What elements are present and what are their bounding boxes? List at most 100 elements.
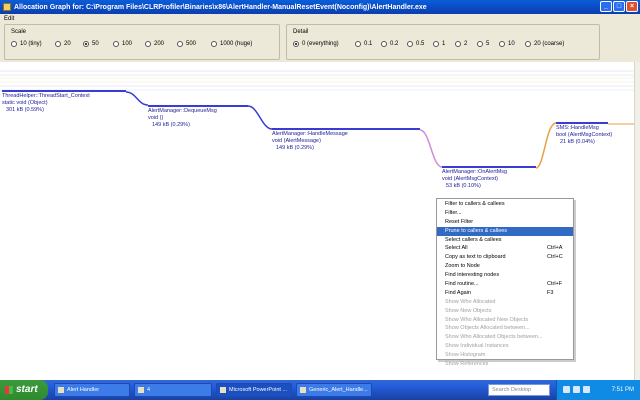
radio-icon <box>145 41 151 47</box>
detail-option[interactable]: 20 (coarse) <box>525 41 575 47</box>
detail-option[interactable]: 2 <box>455 41 477 47</box>
node-name: AlertManager::OnAlertMsg <box>442 169 508 175</box>
graph-node[interactable]: AlertManager::HandleMessage void (AlertM… <box>272 128 420 152</box>
detail-option[interactable]: 0.5 <box>407 41 433 47</box>
menu-item-label: Show Objects Allocated between... <box>445 325 530 332</box>
app-icon <box>3 3 11 11</box>
menu-bar: Edit <box>0 14 640 24</box>
context-menu-item[interactable]: Find interesting nodes <box>437 271 573 280</box>
node-name: AlertManager::DequeueMsg <box>148 108 217 114</box>
menu-edit[interactable]: Edit <box>4 16 14 22</box>
context-menu-item[interactable]: Select All Ctrl+A <box>437 244 573 253</box>
scale-option[interactable]: 1000 (huge) <box>211 41 257 47</box>
node-size: 149 kB (0.29%) <box>152 122 190 128</box>
detail-option[interactable]: 5 <box>477 41 499 47</box>
vertical-scrollbar[interactable] <box>634 62 640 380</box>
menu-item-label: Copy as text to clipboard <box>445 254 506 261</box>
node-size: 149 kB (0.29%) <box>276 145 314 151</box>
node-signature: bool (AlertMsgContext) <box>556 132 613 138</box>
node-size: 53 kB (0.10%) <box>446 183 481 189</box>
scale-option[interactable]: 200 <box>145 41 177 47</box>
node-bar <box>2 90 126 92</box>
menu-item-shortcut: Ctrl+F <box>547 281 563 288</box>
node-bar <box>442 166 536 168</box>
context-menu-item[interactable]: Find Again F3 <box>437 289 573 298</box>
graph-node[interactable]: SMS::HandleMsg bool (AlertMsgContext) 21… <box>556 122 612 146</box>
detail-option[interactable]: 0 (everything) <box>293 41 355 47</box>
detail-group: Detail 0 (everything) 0.1 0.2 0.5 1 2 5 … <box>286 24 600 60</box>
context-menu-item[interactable]: Find routine... Ctrl+F <box>437 280 573 289</box>
menu-item-shortcut: Ctrl+A <box>547 245 563 252</box>
detail-option[interactable]: 0.2 <box>381 41 407 47</box>
taskbar-button[interactable]: Alert Handler <box>54 383 130 397</box>
scale-label: Scale <box>11 29 27 35</box>
context-menu-item: Show Histogram <box>437 351 573 360</box>
security-icon[interactable] <box>583 386 590 393</box>
scale-option[interactable]: 20 <box>55 41 83 47</box>
menu-item-label: Find Again <box>445 289 471 296</box>
node-signature: void (AlertMessage) <box>272 138 321 144</box>
scale-option[interactable]: 10 (tiny) <box>11 41 55 47</box>
context-menu-item[interactable]: Copy as text to clipboard Ctrl+C <box>437 253 573 262</box>
graph-node[interactable]: AlertManager::OnAlertMsg void (AlertMsgC… <box>442 166 536 190</box>
detail-option[interactable]: 1 <box>433 41 455 47</box>
context-menu-item: Show New Objects <box>437 307 573 316</box>
close-button[interactable]: × <box>626 1 638 12</box>
context-menu: Filter to callers & callees Filter... Rese… <box>436 198 574 367</box>
radio-icon <box>177 41 183 47</box>
windows-logo-icon <box>5 386 13 394</box>
context-menu-item[interactable]: Prune to callers & callees <box>437 226 573 236</box>
scale-option[interactable]: 100 <box>113 41 145 47</box>
scale-option[interactable]: 50 <box>83 41 113 47</box>
node-bar <box>272 128 420 130</box>
detail-option[interactable]: 0.1 <box>355 41 381 47</box>
maximize-button[interactable]: □ <box>613 1 625 12</box>
graph-node[interactable]: ThreadHelper::ThreadStart_Context static… <box>2 90 126 114</box>
system-tray: 7:51 PM <box>556 380 640 400</box>
node-signature: void () <box>148 115 164 121</box>
menu-item-label: Show New Objects <box>445 307 492 314</box>
radio-icon <box>433 41 439 47</box>
context-menu-item[interactable]: Filter to callers & callees <box>437 200 573 209</box>
node-bar <box>556 122 608 124</box>
node-name: SMS::HandleMsg <box>556 125 599 131</box>
node-name: AlertManager::HandleMessage <box>272 131 348 137</box>
menu-item-label: Find interesting nodes <box>445 272 500 279</box>
menu-item-label: Show References <box>445 361 489 368</box>
menu-item-label: Filter... <box>445 209 462 216</box>
graph-node[interactable]: AlertManager::DequeueMsg void () 149 kB … <box>148 105 248 129</box>
node-signature: static void (Object) <box>2 100 48 106</box>
context-menu-item[interactable]: Reset Filter <box>437 218 573 227</box>
taskbar-button[interactable]: Generic_Alert_Handle... <box>296 383 372 397</box>
window-titlebar: Allocation Graph for: C:\Program Files\C… <box>0 0 640 14</box>
start-button[interactable]: start <box>0 380 48 400</box>
scale-option[interactable]: 500 <box>177 41 211 47</box>
radio-icon <box>355 41 361 47</box>
menu-item-label: Reset Filter <box>445 218 474 225</box>
search-desktop-input[interactable]: Search Desktop <box>488 384 550 396</box>
context-menu-item: Show References <box>437 360 573 369</box>
minimize-button[interactable]: _ <box>600 1 612 12</box>
menu-item-shortcut: Ctrl+C <box>547 254 563 261</box>
context-menu-item: Show Who Allocated <box>437 298 573 307</box>
node-size: 21 kB (0.04%) <box>560 139 595 145</box>
menu-item-label: Zoom to Node <box>445 263 480 270</box>
volume-icon[interactable] <box>573 386 580 393</box>
menu-item-label: Filter to callers & callees <box>445 201 505 207</box>
context-menu-item[interactable]: Zoom to Node <box>437 262 573 271</box>
detail-option[interactable]: 10 <box>499 41 525 47</box>
menu-item-label: Select callers & callees <box>445 236 502 243</box>
radio-icon <box>477 41 483 47</box>
node-name: ThreadHelper::ThreadStart_Context <box>2 93 90 99</box>
radio-icon <box>455 41 461 47</box>
context-menu-item[interactable]: Select callers & callees <box>437 236 573 245</box>
taskbar-button[interactable]: Microsoft PowerPoint ... <box>216 383 292 397</box>
menu-item-label: Show Who Allocated Objects between... <box>445 334 543 341</box>
clock: 7:51 PM <box>611 387 634 393</box>
menu-item-label: Show Histogram <box>445 352 486 359</box>
network-icon[interactable] <box>563 386 570 393</box>
menu-item-label: Show Who Allocated <box>445 298 496 305</box>
taskbar: start Alert Handler 4 Microsoft PowerPoi… <box>0 380 640 400</box>
taskbar-button[interactable]: 4 <box>134 383 212 397</box>
context-menu-item[interactable]: Filter... <box>437 209 573 218</box>
